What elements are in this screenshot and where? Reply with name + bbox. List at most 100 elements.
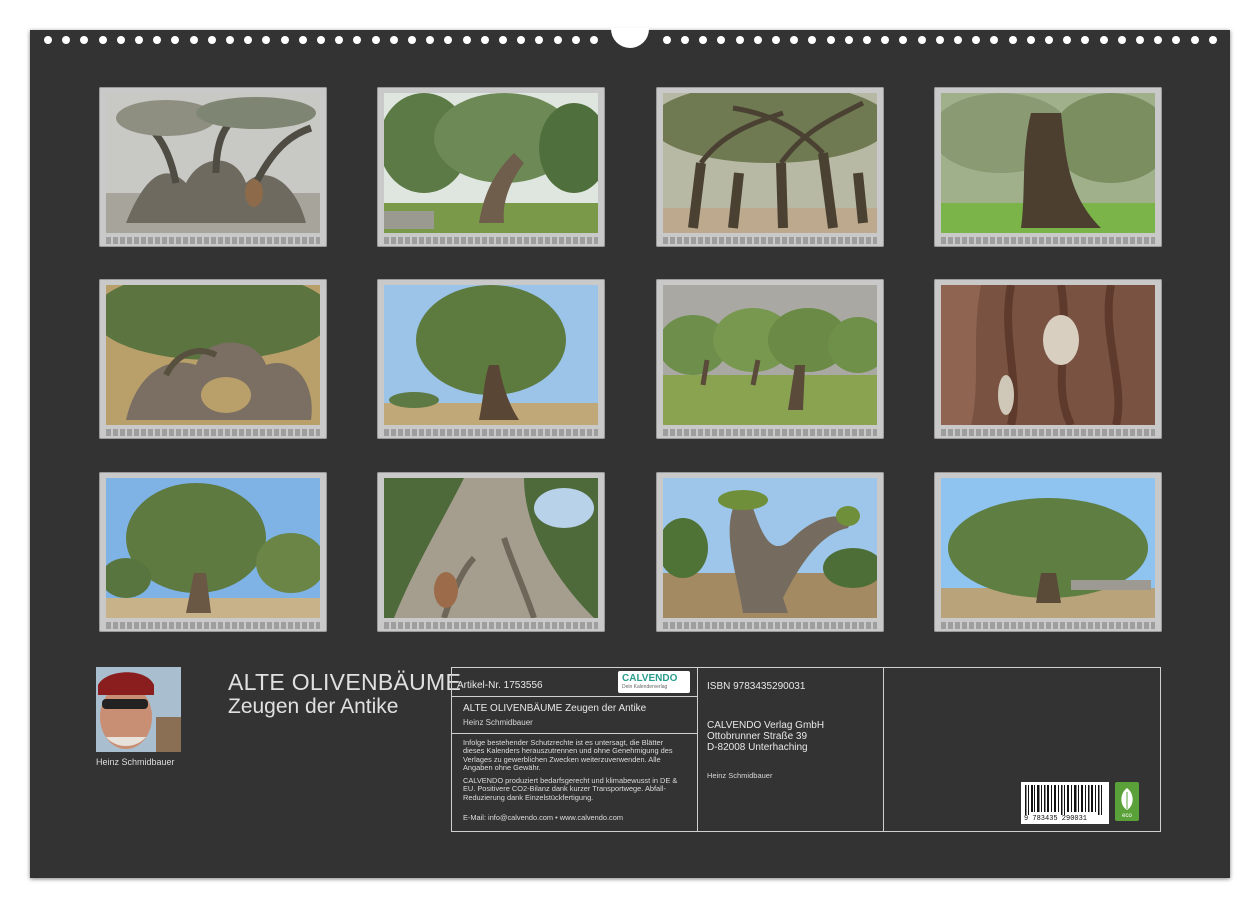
binding-hole — [408, 36, 416, 44]
barcode: 9 783435 290031 — [1021, 782, 1109, 824]
binding-hole — [808, 36, 817, 44]
calendar-title-block: ALTE OLIVENBÄUME Zeugen der Antike — [228, 669, 461, 719]
binding-hole — [280, 36, 289, 44]
olive-tree-image — [663, 285, 877, 425]
binding-hole — [662, 36, 671, 44]
binding-hole — [881, 36, 890, 44]
author-name: Heinz Schmidbauer — [96, 757, 175, 767]
publisher-city: D-82008 Unterhaching — [707, 742, 808, 753]
eco-badge-label: eco — [1122, 813, 1132, 819]
photo-caption — [941, 429, 1155, 436]
binding-hole — [1008, 36, 1017, 44]
photo-thumbnail-3[interactable] — [656, 87, 884, 247]
binding-hole — [917, 36, 926, 44]
olive-tree-image — [384, 478, 598, 618]
barcode-digits: 9 783435 290031 — [1024, 815, 1088, 823]
binding-hole — [153, 36, 162, 44]
binding-hole — [571, 36, 580, 44]
spiral-binding — [30, 28, 1230, 52]
binding-hole — [899, 36, 908, 44]
binding-hole — [335, 36, 344, 44]
binding-hole — [1136, 36, 1144, 44]
imprint-box: Artikel-Nr. 1753556 CALVENDO Dein Kalend… — [451, 667, 1161, 832]
legal-notice: Infolge bestehender Schutzrechte ist es … — [463, 738, 673, 773]
binding-hole — [298, 36, 307, 44]
binding-hole — [207, 36, 216, 44]
binding-hole — [44, 36, 52, 44]
binding-hole — [135, 36, 143, 44]
eco-badge: eco — [1115, 782, 1139, 821]
binding-hole — [972, 36, 981, 44]
binding-hole — [517, 36, 526, 44]
article-number: Artikel-Nr. 1753556 — [457, 680, 543, 691]
photo-caption — [663, 429, 877, 436]
binding-hole — [353, 36, 362, 44]
photo-thumbnail-4[interactable] — [934, 87, 1162, 247]
binding-hole — [389, 36, 398, 44]
calvendo-logo: CALVENDO Dein Kalenderverlag — [618, 671, 690, 693]
binding-hole — [772, 36, 780, 44]
binding-hole — [681, 36, 689, 44]
photo-thumbnail-6[interactable] — [377, 279, 605, 439]
photo-thumbnail-12[interactable] — [934, 472, 1162, 632]
photo-thumbnail-7[interactable] — [656, 279, 884, 439]
hanger-notch — [611, 28, 649, 48]
binding-hole — [1099, 36, 1108, 44]
photo-thumbnail-10[interactable] — [377, 472, 605, 632]
binding-hole — [244, 36, 253, 44]
photo-thumbnail-11[interactable] — [656, 472, 884, 632]
binding-hole — [444, 36, 453, 44]
binding-hole — [62, 36, 71, 44]
photo-caption — [106, 622, 320, 629]
binding-hole — [753, 36, 762, 44]
binding-hole — [480, 36, 489, 44]
olive-tree-image — [384, 285, 598, 425]
photo-caption — [106, 237, 320, 244]
imprint-middle-column: ISBN 9783435290031 CALVENDO Verlag GmbH … — [697, 668, 884, 831]
divider — [452, 733, 697, 734]
binding-hole — [699, 36, 708, 44]
binding-hole — [1117, 36, 1126, 44]
olive-tree-image — [663, 478, 877, 618]
imprint-left-column: Artikel-Nr. 1753556 CALVENDO Dein Kalend… — [452, 668, 698, 831]
olive-tree-image — [384, 93, 598, 233]
binding-hole — [790, 36, 799, 44]
binding-hole — [954, 36, 962, 44]
publisher-name: CALVENDO Verlag GmbH — [707, 720, 825, 731]
olive-tree-image — [663, 93, 877, 233]
photo-thumbnail-2[interactable] — [377, 87, 605, 247]
binding-hole — [499, 36, 507, 44]
olive-tree-image — [106, 93, 320, 233]
photo-caption — [941, 237, 1155, 244]
isbn: ISBN 9783435290031 — [707, 681, 806, 692]
photo-caption — [384, 429, 598, 436]
olive-tree-image — [106, 478, 320, 618]
photo-thumbnail-1[interactable] — [99, 87, 327, 247]
product-title: ALTE OLIVENBÄUME Zeugen der Antike — [463, 703, 647, 714]
photo-caption — [941, 622, 1155, 629]
photo-thumbnail-9[interactable] — [99, 472, 327, 632]
binding-hole — [371, 36, 380, 44]
binding-hole — [935, 36, 944, 44]
eco-notice: CALVENDO produziert bedarfsgerecht und k… — [463, 776, 678, 802]
binding-hole — [116, 36, 125, 44]
binding-hole — [990, 36, 999, 44]
binding-hole — [826, 36, 835, 44]
calendar-subtitle: Zeugen der Antike — [228, 695, 399, 718]
photo-thumbnail-8[interactable] — [934, 279, 1162, 439]
binding-hole — [317, 36, 325, 44]
binding-hole — [1045, 36, 1053, 44]
calendar-title: ALTE OLIVENBÄUME — [228, 669, 462, 695]
calvendo-logo-tagline: Dein Kalenderverlag — [622, 684, 668, 690]
photo-thumbnail-5[interactable] — [99, 279, 327, 439]
author-portrait — [96, 667, 181, 752]
photo-caption — [663, 237, 877, 244]
binding-hole — [1081, 36, 1090, 44]
binding-hole — [1172, 36, 1181, 44]
author-block: Heinz Schmidbauer — [96, 667, 181, 767]
product-author: Heinz Schmidbauer — [463, 718, 533, 727]
binding-hole — [735, 36, 744, 44]
binding-hole — [590, 36, 598, 44]
binding-hole — [535, 36, 544, 44]
binding-hole — [189, 36, 198, 44]
